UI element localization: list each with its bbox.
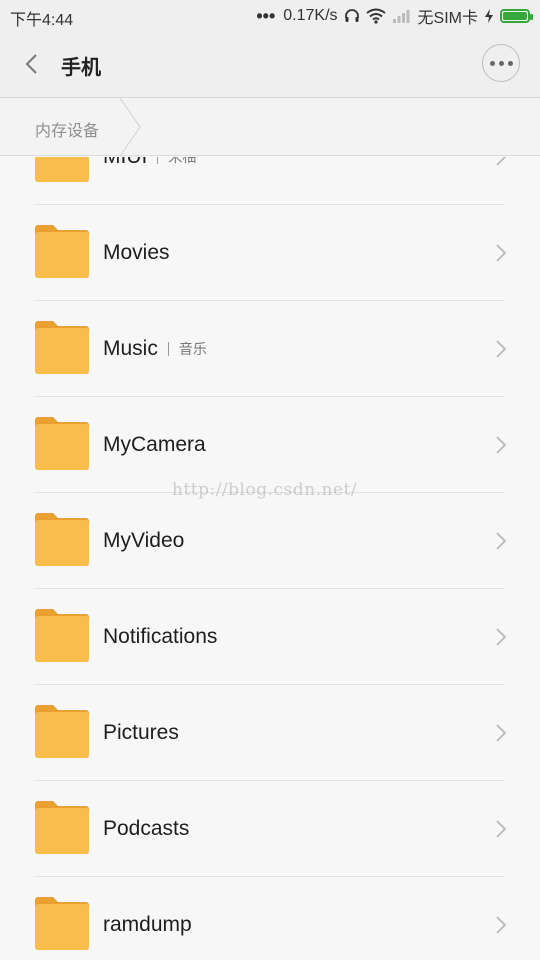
list-item[interactable]: Movies: [0, 205, 540, 301]
status-bar: 下午4:44 ••• 0.17K/s 无SIM卡: [0, 0, 540, 32]
title-bar: 手机: [0, 32, 540, 98]
chevron-right-icon: [496, 436, 507, 454]
chevron-right-icon: [496, 244, 507, 262]
chevron-right-icon: [496, 916, 507, 934]
watermark: http://blog.csdn.net/: [172, 480, 358, 500]
more-notifications-icon: •••: [256, 6, 276, 26]
folder-icon: [35, 705, 89, 758]
list-item[interactable]: ramdump: [0, 877, 540, 960]
folder-icon: [35, 801, 89, 854]
back-arrow-icon[interactable]: [18, 50, 46, 78]
folder-icon: [35, 609, 89, 662]
network-speed: 0.17K/s: [283, 7, 338, 24]
folder-icon: [35, 897, 89, 950]
folder-icon: [35, 417, 89, 470]
folder-name: MyCamera: [103, 433, 206, 456]
folder-name: Pictures: [103, 721, 179, 744]
more-options-button[interactable]: [482, 44, 520, 82]
list-item[interactable]: Music 音乐: [0, 301, 540, 397]
folder-list[interactable]: MIUI 米柚 Movies Music 音乐 MyCamera MyVideo: [0, 157, 540, 960]
folder-icon: [35, 225, 89, 278]
list-item[interactable]: MyCamera: [0, 397, 540, 493]
folder-name: ramdump: [103, 913, 192, 936]
folder-name: Movies: [103, 241, 170, 264]
list-item[interactable]: Podcasts: [0, 781, 540, 877]
status-icons: ••• 0.17K/s 无SIM卡: [256, 4, 533, 28]
headphones-icon: [344, 9, 359, 22]
folder-name: Notifications: [103, 625, 218, 648]
folder-alias: 米柚: [168, 157, 197, 165]
sim-status: 无SIM卡: [417, 10, 478, 27]
folder-name: Music: [103, 337, 158, 360]
more-dot-icon: [498, 60, 504, 66]
folder-name: MyVideo: [103, 529, 185, 552]
charging-icon: [485, 9, 493, 23]
chevron-right-icon: [496, 340, 507, 358]
breadcrumb-separator-icon: [119, 98, 141, 156]
folder-icon: [35, 513, 89, 566]
folder-name: MIUI: [103, 157, 147, 169]
status-time: 下午4:44: [10, 12, 74, 29]
subtitle-divider: [167, 342, 169, 356]
breadcrumb: 内存设备: [0, 98, 540, 156]
list-item[interactable]: MyVideo: [0, 493, 540, 589]
battery-icon: [500, 9, 533, 23]
chevron-right-icon: [496, 628, 507, 646]
list-item[interactable]: Notifications: [0, 589, 540, 685]
list-item[interactable]: MIUI 米柚: [0, 157, 540, 205]
subtitle-divider: [157, 157, 159, 164]
chevron-right-icon: [496, 532, 507, 550]
folder-name: Podcasts: [103, 817, 190, 840]
signal-icon: [392, 10, 410, 23]
list-item[interactable]: Pictures: [0, 685, 540, 781]
folder-icon: [35, 321, 89, 374]
wifi-icon: [365, 8, 386, 24]
folder-icon: [35, 157, 89, 182]
page-title: 手机: [61, 57, 101, 79]
more-dot-icon: [489, 60, 495, 66]
breadcrumb-item-internal-storage[interactable]: 内存设备: [35, 117, 99, 141]
chevron-right-icon: [496, 820, 507, 838]
more-dot-icon: [507, 60, 513, 66]
chevron-right-icon: [496, 724, 507, 742]
chevron-right-icon: [496, 157, 507, 166]
folder-alias: 音乐: [178, 341, 207, 357]
